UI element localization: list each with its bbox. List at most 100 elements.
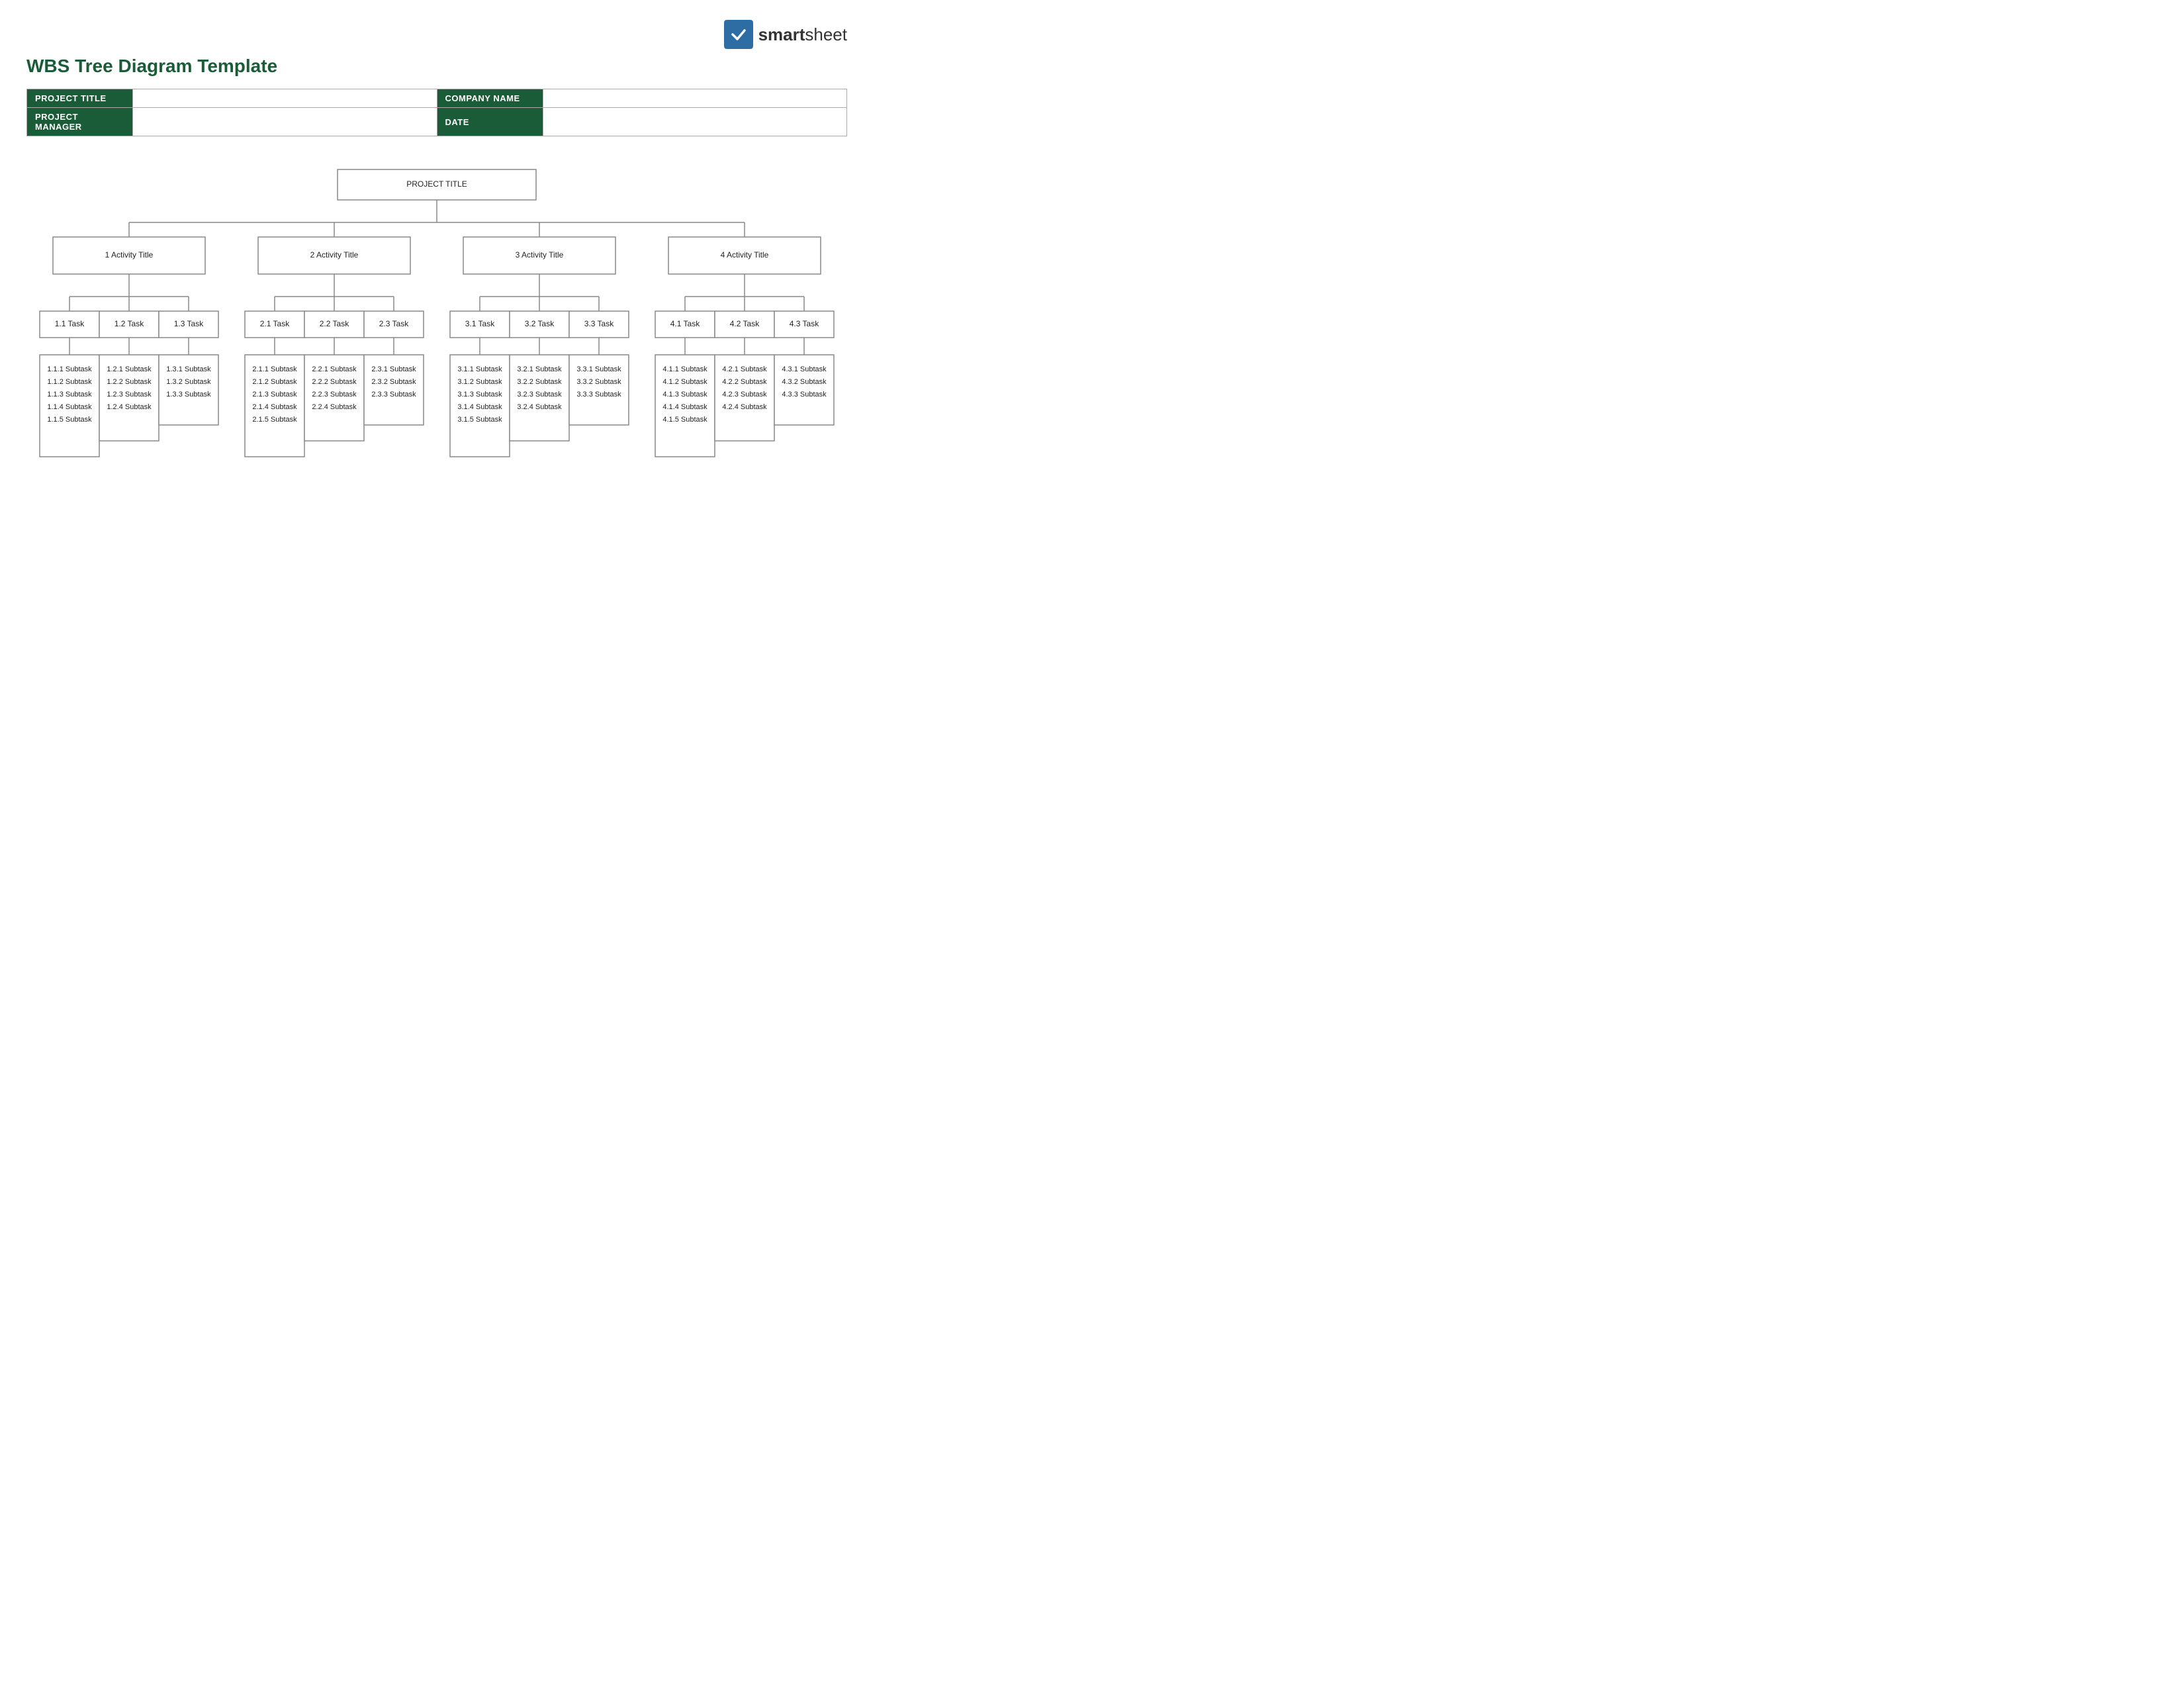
svg-text:3.3.3 Subtask: 3.3.3 Subtask	[576, 391, 621, 399]
project-manager-value[interactable]	[133, 108, 437, 136]
svg-text:1.3.3 Subtask: 1.3.3 Subtask	[166, 391, 211, 399]
svg-text:2.2.2 Subtask: 2.2.2 Subtask	[312, 378, 357, 386]
activity-2-node: 2 Activity Title	[258, 237, 410, 274]
subtask-3-2-node: 3.2.1 Subtask 3.2.2 Subtask 3.2.3 Subtas…	[510, 355, 569, 441]
wbs-svg: .node rect { fill: white; stroke: #888; …	[26, 156, 847, 639]
company-name-value[interactable]	[543, 89, 847, 108]
svg-text:2.1.1 Subtask: 2.1.1 Subtask	[252, 365, 297, 373]
svg-text:3.1.4 Subtask: 3.1.4 Subtask	[457, 403, 502, 411]
svg-text:1.2.4 Subtask: 1.2.4 Subtask	[107, 403, 152, 411]
svg-text:3.2 Task: 3.2 Task	[525, 319, 555, 328]
project-manager-label: PROJECT MANAGER	[27, 108, 133, 136]
svg-text:3.2.2 Subtask: 3.2.2 Subtask	[517, 378, 562, 386]
subtask-2-1-node: 2.1.1 Subtask 2.1.2 Subtask 2.1.3 Subtas…	[245, 355, 304, 457]
svg-text:2.2.1 Subtask: 2.2.1 Subtask	[312, 365, 357, 373]
svg-text:1.2 Task: 1.2 Task	[114, 319, 144, 328]
task-3-1-node: 3.1 Task	[450, 311, 510, 338]
task-4-1-node: 4.1 Task	[655, 311, 715, 338]
subtask-3-3-node: 3.3.1 Subtask 3.3.2 Subtask 3.3.3 Subtas…	[569, 355, 629, 425]
task-3-2-node: 3.2 Task	[510, 311, 569, 338]
svg-text:2.2 Task: 2.2 Task	[320, 319, 349, 328]
svg-text:1.2.3 Subtask: 1.2.3 Subtask	[107, 391, 152, 399]
logo-area: smartsheet	[26, 20, 847, 49]
svg-text:4.1.4 Subtask: 4.1.4 Subtask	[662, 403, 707, 411]
svg-text:3.2.4 Subtask: 3.2.4 Subtask	[517, 403, 562, 411]
svg-text:4 Activity Title: 4 Activity Title	[721, 250, 769, 259]
svg-text:2.2.4 Subtask: 2.2.4 Subtask	[312, 403, 357, 411]
svg-text:PROJECT TITLE: PROJECT TITLE	[406, 179, 467, 189]
svg-text:3.1.3 Subtask: 3.1.3 Subtask	[457, 391, 502, 399]
svg-text:4.1.1 Subtask: 4.1.1 Subtask	[662, 365, 707, 373]
svg-text:4.3.2 Subtask: 4.3.2 Subtask	[782, 378, 827, 386]
svg-text:4.1.2 Subtask: 4.1.2 Subtask	[662, 378, 707, 386]
task-1-3-node: 1.3 Task	[159, 311, 218, 338]
svg-text:1.3.1 Subtask: 1.3.1 Subtask	[166, 365, 211, 373]
svg-text:2.1.3 Subtask: 2.1.3 Subtask	[252, 391, 297, 399]
svg-text:3.2.1 Subtask: 3.2.1 Subtask	[517, 365, 562, 373]
svg-text:2.3.1 Subtask: 2.3.1 Subtask	[371, 365, 416, 373]
date-value[interactable]	[543, 108, 847, 136]
svg-text:4.2.2 Subtask: 4.2.2 Subtask	[722, 378, 767, 386]
svg-text:4.3.3 Subtask: 4.3.3 Subtask	[782, 391, 827, 399]
svg-text:3.1 Task: 3.1 Task	[465, 319, 495, 328]
svg-text:2.1 Task: 2.1 Task	[260, 319, 290, 328]
info-table: PROJECT TITLE COMPANY NAME PROJECT MANAG…	[26, 89, 847, 136]
svg-text:1.1.1 Subtask: 1.1.1 Subtask	[47, 365, 92, 373]
root-node: PROJECT TITLE	[338, 169, 536, 200]
smartsheet-logo: smartsheet	[724, 20, 847, 49]
svg-text:1.3.2 Subtask: 1.3.2 Subtask	[166, 378, 211, 386]
svg-text:1 Activity Title: 1 Activity Title	[105, 250, 154, 259]
svg-text:4.2.4 Subtask: 4.2.4 Subtask	[722, 403, 767, 411]
task-3-3-node: 3.3 Task	[569, 311, 629, 338]
logo-check-icon	[724, 20, 753, 49]
svg-text:1.1.4 Subtask: 1.1.4 Subtask	[47, 403, 92, 411]
svg-text:2.1.2 Subtask: 2.1.2 Subtask	[252, 378, 297, 386]
subtask-1-3-node: 1.3.1 Subtask 1.3.2 Subtask 1.3.3 Subtas…	[159, 355, 218, 425]
task-2-1-node: 2.1 Task	[245, 311, 304, 338]
svg-text:2.3.2 Subtask: 2.3.2 Subtask	[371, 378, 416, 386]
subtask-4-1-node: 4.1.1 Subtask 4.1.2 Subtask 4.1.3 Subtas…	[655, 355, 715, 457]
subtask-2-3-node: 2.3.1 Subtask 2.3.2 Subtask 2.3.3 Subtas…	[364, 355, 424, 425]
svg-text:3.1.2 Subtask: 3.1.2 Subtask	[457, 378, 502, 386]
svg-text:1.1 Task: 1.1 Task	[55, 319, 85, 328]
svg-text:2.3.3 Subtask: 2.3.3 Subtask	[371, 391, 416, 399]
svg-text:3.1.5 Subtask: 3.1.5 Subtask	[457, 416, 502, 424]
project-title-label: PROJECT TITLE	[27, 89, 133, 108]
svg-text:3.3.1 Subtask: 3.3.1 Subtask	[576, 365, 621, 373]
project-title-value[interactable]	[133, 89, 437, 108]
task-1-1-node: 1.1 Task	[40, 311, 99, 338]
task-2-3-node: 2.3 Task	[364, 311, 424, 338]
svg-text:4.1 Task: 4.1 Task	[670, 319, 700, 328]
svg-text:1.1.5 Subtask: 1.1.5 Subtask	[47, 416, 92, 424]
activity-1-node: 1 Activity Title	[53, 237, 205, 274]
subtask-4-3-node: 4.3.1 Subtask 4.3.2 Subtask 4.3.3 Subtas…	[774, 355, 834, 425]
svg-text:3.2.3 Subtask: 3.2.3 Subtask	[517, 391, 562, 399]
svg-text:3 Activity Title: 3 Activity Title	[516, 250, 564, 259]
subtask-1-2-node: 1.2.1 Subtask 1.2.2 Subtask 1.2.3 Subtas…	[99, 355, 159, 441]
svg-text:3.3.2 Subtask: 3.3.2 Subtask	[576, 378, 621, 386]
svg-text:4.2 Task: 4.2 Task	[730, 319, 760, 328]
svg-text:3.1.1 Subtask: 3.1.1 Subtask	[457, 365, 502, 373]
subtask-2-2-node: 2.2.1 Subtask 2.2.2 Subtask 2.2.3 Subtas…	[304, 355, 364, 441]
svg-text:1.1.3 Subtask: 1.1.3 Subtask	[47, 391, 92, 399]
svg-text:1.2.2 Subtask: 1.2.2 Subtask	[107, 378, 152, 386]
svg-text:4.1.5 Subtask: 4.1.5 Subtask	[662, 416, 707, 424]
logo-text: smartsheet	[758, 24, 847, 45]
subtask-1-1-node: 1.1.1 Subtask 1.1.2 Subtask 1.1.3 Subtas…	[40, 355, 99, 457]
date-label: DATE	[437, 108, 543, 136]
svg-text:3.3 Task: 3.3 Task	[584, 319, 614, 328]
subtask-4-2-node: 4.2.1 Subtask 4.2.2 Subtask 4.2.3 Subtas…	[715, 355, 774, 441]
page-title: WBS Tree Diagram Template	[26, 56, 847, 77]
activity-3-node: 3 Activity Title	[463, 237, 615, 274]
svg-text:2 Activity Title: 2 Activity Title	[310, 250, 359, 259]
svg-text:4.2.1 Subtask: 4.2.1 Subtask	[722, 365, 767, 373]
svg-text:2.1.5 Subtask: 2.1.5 Subtask	[252, 416, 297, 424]
task-2-2-node: 2.2 Task	[304, 311, 364, 338]
svg-text:2.1.4 Subtask: 2.1.4 Subtask	[252, 403, 297, 411]
task-1-2-node: 1.2 Task	[99, 311, 159, 338]
svg-text:2.3 Task: 2.3 Task	[379, 319, 409, 328]
svg-text:2.2.3 Subtask: 2.2.3 Subtask	[312, 391, 357, 399]
svg-text:1.1.2 Subtask: 1.1.2 Subtask	[47, 378, 92, 386]
wbs-diagram: .node rect { fill: white; stroke: #888; …	[26, 156, 847, 641]
svg-text:4.1.3 Subtask: 4.1.3 Subtask	[662, 391, 707, 399]
